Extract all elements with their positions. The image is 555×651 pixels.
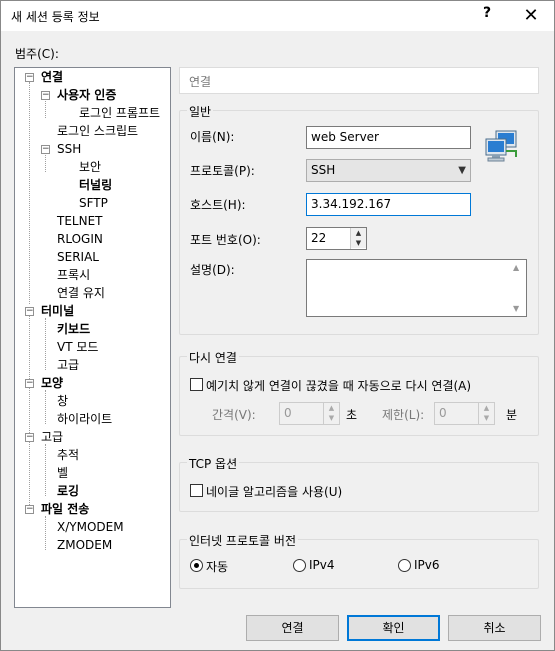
scroll-down-icon[interactable]: ▼ xyxy=(513,304,519,313)
spin-down-icon[interactable]: ▼ xyxy=(324,413,339,423)
cancel-button[interactable]: 취소 xyxy=(448,615,541,641)
name-field[interactable]: web Server xyxy=(306,126,471,149)
tree-item-file-transfer[interactable]: 파일 전송 xyxy=(41,501,89,517)
host-label: 호스트(H): xyxy=(190,198,246,212)
name-label: 이름(N): xyxy=(190,130,235,144)
ip-version-group-title: 인터넷 프로토콜 버전 xyxy=(187,532,298,549)
tree-item-serial[interactable]: SERIAL xyxy=(57,249,99,265)
host-field[interactable]: 3.34.192.167 xyxy=(306,193,471,216)
auto-reconnect-label[interactable]: 예기치 않게 연결이 끊겼을 때 자동으로 다시 연결(A) xyxy=(206,377,471,394)
tree-item-advanced2[interactable]: 고급 xyxy=(41,429,63,445)
interval-value: 0 xyxy=(284,406,292,420)
tree-item-login-script[interactable]: 로그인 스크립트 xyxy=(57,123,138,139)
connection-collapse-icon[interactable]: − xyxy=(25,73,34,82)
tree-item-telnet[interactable]: TELNET xyxy=(57,213,103,229)
spin-up-icon[interactable]: ▲ xyxy=(479,403,494,413)
advanced-collapse-icon[interactable]: − xyxy=(25,433,34,442)
tree-item-trace[interactable]: 추적 xyxy=(57,447,79,463)
tree-item-window[interactable]: 창 xyxy=(57,393,68,409)
port-label: 포트 번호(O): xyxy=(190,233,261,247)
terminal-collapse-icon[interactable]: − xyxy=(25,307,34,316)
ipv6-label[interactable]: IPv6 xyxy=(414,558,440,572)
ip-auto-label[interactable]: 자동 xyxy=(206,558,228,575)
connect-button[interactable]: 연결 xyxy=(246,615,339,641)
tree-item-terminal[interactable]: 터미널 xyxy=(41,303,74,319)
spin-up-icon[interactable]: ▲ xyxy=(351,228,366,238)
category-tree[interactable]: − 연결 − 사용자 인증 로그인 프롬프트 로그인 스크립트 − SSH 보안… xyxy=(14,67,171,608)
interval-stepper[interactable]: 0 ▲ ▼ xyxy=(279,402,340,425)
auto-reconnect-checkbox[interactable] xyxy=(190,378,203,391)
port-stepper[interactable]: 22 ▲ ▼ xyxy=(306,227,367,250)
tree-item-tunneling[interactable]: 터널링 xyxy=(79,177,112,193)
scroll-up-icon[interactable]: ▲ xyxy=(513,263,519,272)
tree-item-login-prompt[interactable]: 로그인 프롬프트 xyxy=(79,105,160,121)
tree-item-proxy[interactable]: 프록시 xyxy=(57,267,90,283)
description-field[interactable]: ▲ ▼ xyxy=(306,259,527,317)
appearance-collapse-icon[interactable]: − xyxy=(25,379,34,388)
protocol-value: SSH xyxy=(311,163,336,177)
user-auth-collapse-icon[interactable]: − xyxy=(41,91,50,100)
panel-header: 연결 xyxy=(179,67,539,94)
tree-item-connection[interactable]: 연결 xyxy=(41,69,63,85)
limit-value: 0 xyxy=(439,406,447,420)
tree-item-keyboard[interactable]: 키보드 xyxy=(57,321,90,337)
limit-label: 제한(L): xyxy=(382,408,425,422)
nagle-label[interactable]: 네이글 알고리즘을 사용(U) xyxy=(206,483,342,500)
tree-item-rlogin[interactable]: RLOGIN xyxy=(57,231,103,247)
file-transfer-collapse-icon[interactable]: − xyxy=(25,505,34,514)
help-button[interactable]: ? xyxy=(477,5,497,27)
port-value: 22 xyxy=(311,231,327,245)
tree-item-vt-mode[interactable]: VT 모드 xyxy=(57,339,98,355)
tree-item-logging[interactable]: 로깅 xyxy=(57,483,79,499)
protocol-select[interactable]: SSH ▼ xyxy=(306,159,471,182)
title-bar: 새 세션 등록 정보 ? ✕ xyxy=(1,1,554,31)
tcp-group-title: TCP 옵션 xyxy=(187,455,240,472)
tree-item-xymodem[interactable]: X/YMODEM xyxy=(57,519,124,535)
close-button[interactable]: ✕ xyxy=(513,2,549,30)
session-properties-dialog: 새 세션 등록 정보 ? ✕ 범주(C): − 연결 − 사용자 인증 로그인 … xyxy=(0,0,555,651)
interval-label: 간격(V): xyxy=(212,408,256,422)
tree-item-ssh[interactable]: SSH xyxy=(57,141,81,157)
tree-item-advanced[interactable]: 고급 xyxy=(57,357,79,373)
panel-header-title: 연결 xyxy=(189,75,212,89)
ipv4-radio[interactable] xyxy=(293,559,306,572)
protocol-label: 프로토콜(P): xyxy=(190,164,255,178)
ipv6-radio[interactable] xyxy=(398,559,411,572)
limit-unit: 분 xyxy=(506,408,518,422)
tree-item-highlight[interactable]: 하이라이트 xyxy=(57,411,112,427)
ipv4-label[interactable]: IPv4 xyxy=(309,558,335,572)
spin-up-icon[interactable]: ▲ xyxy=(324,403,339,413)
tree-item-sftp[interactable]: SFTP xyxy=(79,195,108,211)
general-group-title: 일반 xyxy=(187,103,214,120)
spin-down-icon[interactable]: ▼ xyxy=(479,413,494,423)
tree-item-appearance[interactable]: 모양 xyxy=(41,375,63,391)
reconnect-group-title: 다시 연결 xyxy=(187,349,239,366)
computer-network-icon xyxy=(485,130,517,162)
ssh-collapse-icon[interactable]: − xyxy=(41,145,50,154)
spin-down-icon[interactable]: ▼ xyxy=(351,238,366,248)
ip-auto-radio[interactable] xyxy=(190,559,203,572)
limit-stepper[interactable]: 0 ▲ ▼ xyxy=(434,402,495,425)
nagle-checkbox[interactable] xyxy=(190,484,203,497)
ok-button[interactable]: 확인 xyxy=(347,615,440,641)
tree-item-zmodem[interactable]: ZMODEM xyxy=(57,537,112,553)
description-scrollbar[interactable]: ▲ ▼ xyxy=(509,260,526,316)
interval-unit: 초 xyxy=(346,408,358,422)
description-label: 설명(D): xyxy=(190,263,235,277)
tree-item-user-auth[interactable]: 사용자 인증 xyxy=(57,87,116,103)
tree-item-bell[interactable]: 벨 xyxy=(57,465,68,481)
tree-item-security[interactable]: 보안 xyxy=(79,159,101,175)
category-label: 범주(C): xyxy=(15,47,59,61)
tree-item-keepalive[interactable]: 연결 유지 xyxy=(57,285,105,301)
window-title: 새 세션 등록 정보 xyxy=(11,10,100,24)
chevron-down-icon: ▼ xyxy=(458,165,466,176)
